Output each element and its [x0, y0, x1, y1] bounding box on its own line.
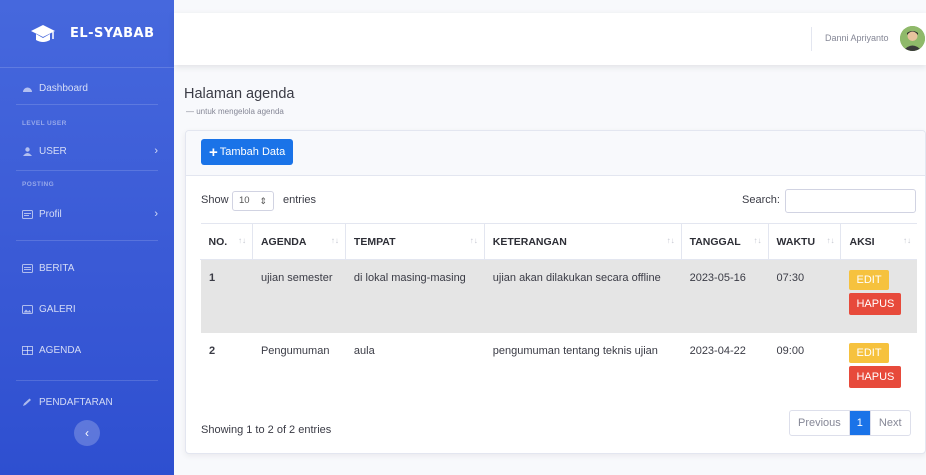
sidebar-item-label: AGENDA [39, 344, 82, 356]
add-data-button[interactable]: + Tambah Data [201, 139, 294, 165]
sidebar-divider [16, 170, 158, 171]
search-label: Search: [742, 194, 780, 206]
delete-button[interactable]: HAPUS [849, 293, 902, 315]
cell-no: 1 [200, 259, 253, 333]
sidebar-divider [16, 380, 158, 381]
pagination: Previous 1 Next [789, 410, 911, 436]
newspaper-icon [22, 263, 33, 273]
plus-icon: + [209, 143, 218, 161]
sidebar-item-user[interactable]: USER › [0, 141, 174, 161]
dashboard-icon [23, 87, 32, 92]
chevron-right-icon: › [154, 145, 158, 157]
add-data-label: Tambah Data [219, 146, 286, 158]
brand-name: EL-SYABAB [70, 26, 155, 41]
cell-aksi: EDIT HAPUS [840, 259, 917, 333]
sidebar-item-label: BERITA [39, 262, 75, 274]
agenda-table: NO. ↑↓ AGENDA ↑↓ TEMPAT ↑↓ KETERANGAN ↑↓ TAN… [200, 223, 917, 406]
column-header-keterangan[interactable]: KETERANGAN ↑↓ [483, 223, 682, 260]
page-length-value: 10 [239, 195, 250, 206]
pencil-icon [23, 398, 31, 406]
cell-agenda: Pengumuman [252, 332, 346, 406]
cell-agenda: ujian semester [252, 259, 346, 333]
card-header: + Tambah Data [186, 131, 925, 176]
cell-keterangan: pengumuman tentang teknis ujian [484, 332, 682, 406]
column-header-no[interactable]: NO. ↑↓ [200, 223, 253, 260]
topbar: Danni Apriyanto [174, 13, 926, 65]
previous-page-button[interactable]: Previous [790, 411, 850, 435]
sidebar-item-berita[interactable]: BERITA [0, 258, 174, 278]
sidebar-heading-posting: POSTING [22, 181, 55, 188]
cell-no: 2 [200, 332, 253, 406]
delete-button[interactable]: HAPUS [849, 365, 902, 388]
cell-tanggal: 2023-05-16 [681, 259, 769, 333]
user-name[interactable]: Danni Apriyanto [825, 33, 889, 43]
select-arrows-icon: ⇕ [259, 196, 267, 206]
sort-icon: ↑↓ [237, 236, 246, 245]
sort-icon: ↑↓ [330, 236, 339, 245]
sort-icon: ↑↓ [753, 236, 762, 245]
sort-icon: ↑↓ [469, 236, 478, 245]
sidebar-divider [16, 104, 158, 105]
sidebar-heading-level-user: LEVEL USER [22, 120, 67, 127]
avatar[interactable] [900, 26, 925, 51]
table-header-row: NO. ↑↓ AGENDA ↑↓ TEMPAT ↑↓ KETERANGAN ↑↓ TAN… [200, 223, 917, 260]
table-row: 1 ujian semester di lokal masing-masing … [200, 259, 917, 333]
edit-button[interactable]: EDIT [849, 270, 889, 290]
edit-button[interactable]: EDIT [849, 342, 889, 363]
id-card-icon [22, 209, 33, 219]
sort-icon: ↑↓ [826, 236, 835, 245]
cell-tempat: di lokal masing-masing [345, 259, 485, 333]
cell-aksi: EDIT HAPUS [840, 332, 917, 406]
sidebar-item-galeri[interactable]: GALERI [0, 299, 174, 319]
column-header-aksi[interactable]: AKSI ↑↓ [840, 223, 917, 260]
cell-waktu: 09:00 [768, 332, 841, 406]
page-subtitle: — untuk mengelola agenda [186, 107, 284, 116]
column-header-waktu[interactable]: WAKTU ↑↓ [767, 223, 841, 260]
sort-icon: ↑↓ [666, 236, 675, 245]
user-photo-icon [900, 26, 925, 51]
page-length-select[interactable]: 10 ⇕ [232, 191, 274, 211]
sidebar-item-label: Profil [39, 208, 62, 220]
page-title: Halaman agenda [184, 86, 295, 102]
sidebar-item-label: PENDAFTARAN [39, 396, 113, 408]
agenda-card: + Tambah Data Show 10 ⇕ entries Search: … [185, 130, 926, 454]
sidebar-divider [16, 240, 158, 241]
sidebar-toggle-button[interactable]: ‹ [74, 420, 100, 446]
sort-icon: ↑↓ [903, 236, 911, 245]
image-icon [22, 304, 33, 314]
page-1-button[interactable]: 1 [849, 411, 870, 435]
cell-tempat: aula [345, 332, 485, 406]
sidebar-item-label: USER [39, 145, 67, 157]
cell-tanggal: 2023-04-22 [681, 332, 769, 406]
column-header-tanggal[interactable]: TANGGAL ↑↓ [680, 223, 769, 260]
cell-keterangan: ujian akan dilakukan secara offline [484, 259, 682, 333]
show-label: Show [201, 194, 229, 206]
table-row: 2 Pengumuman aula pengumuman tentang tek… [200, 332, 917, 406]
entries-label: entries [283, 194, 317, 206]
next-page-button[interactable]: Next [869, 411, 910, 435]
chevron-right-icon: › [154, 208, 158, 220]
sidebar-item-profil[interactable]: Profil › [0, 204, 174, 224]
sidebar-item-pendaftaran[interactable]: PENDAFTARAN [0, 392, 174, 412]
sidebar-brand[interactable]: EL-SYABAB [0, 0, 174, 68]
user-icon [23, 146, 32, 156]
cell-waktu: 07:30 [768, 259, 841, 333]
sidebar-item-label: GALERI [39, 303, 76, 315]
table-info: Showing 1 to 2 of 2 entries [201, 424, 332, 436]
sidebar: EL-SYABAB Dashboard LEVEL USER USER › PO… [0, 0, 174, 475]
column-header-agenda[interactable]: AGENDA ↑↓ [251, 223, 346, 260]
sidebar-item-dashboard[interactable]: Dashboard [0, 78, 174, 98]
search-input[interactable] [785, 189, 916, 213]
topbar-divider [811, 27, 812, 51]
column-header-tempat[interactable]: TEMPAT ↑↓ [344, 223, 485, 260]
sidebar-item-label: Dashboard [39, 82, 88, 94]
graduation-cap-icon [31, 24, 55, 42]
sidebar-item-agenda[interactable]: AGENDA [0, 340, 174, 360]
table-icon [22, 345, 33, 355]
